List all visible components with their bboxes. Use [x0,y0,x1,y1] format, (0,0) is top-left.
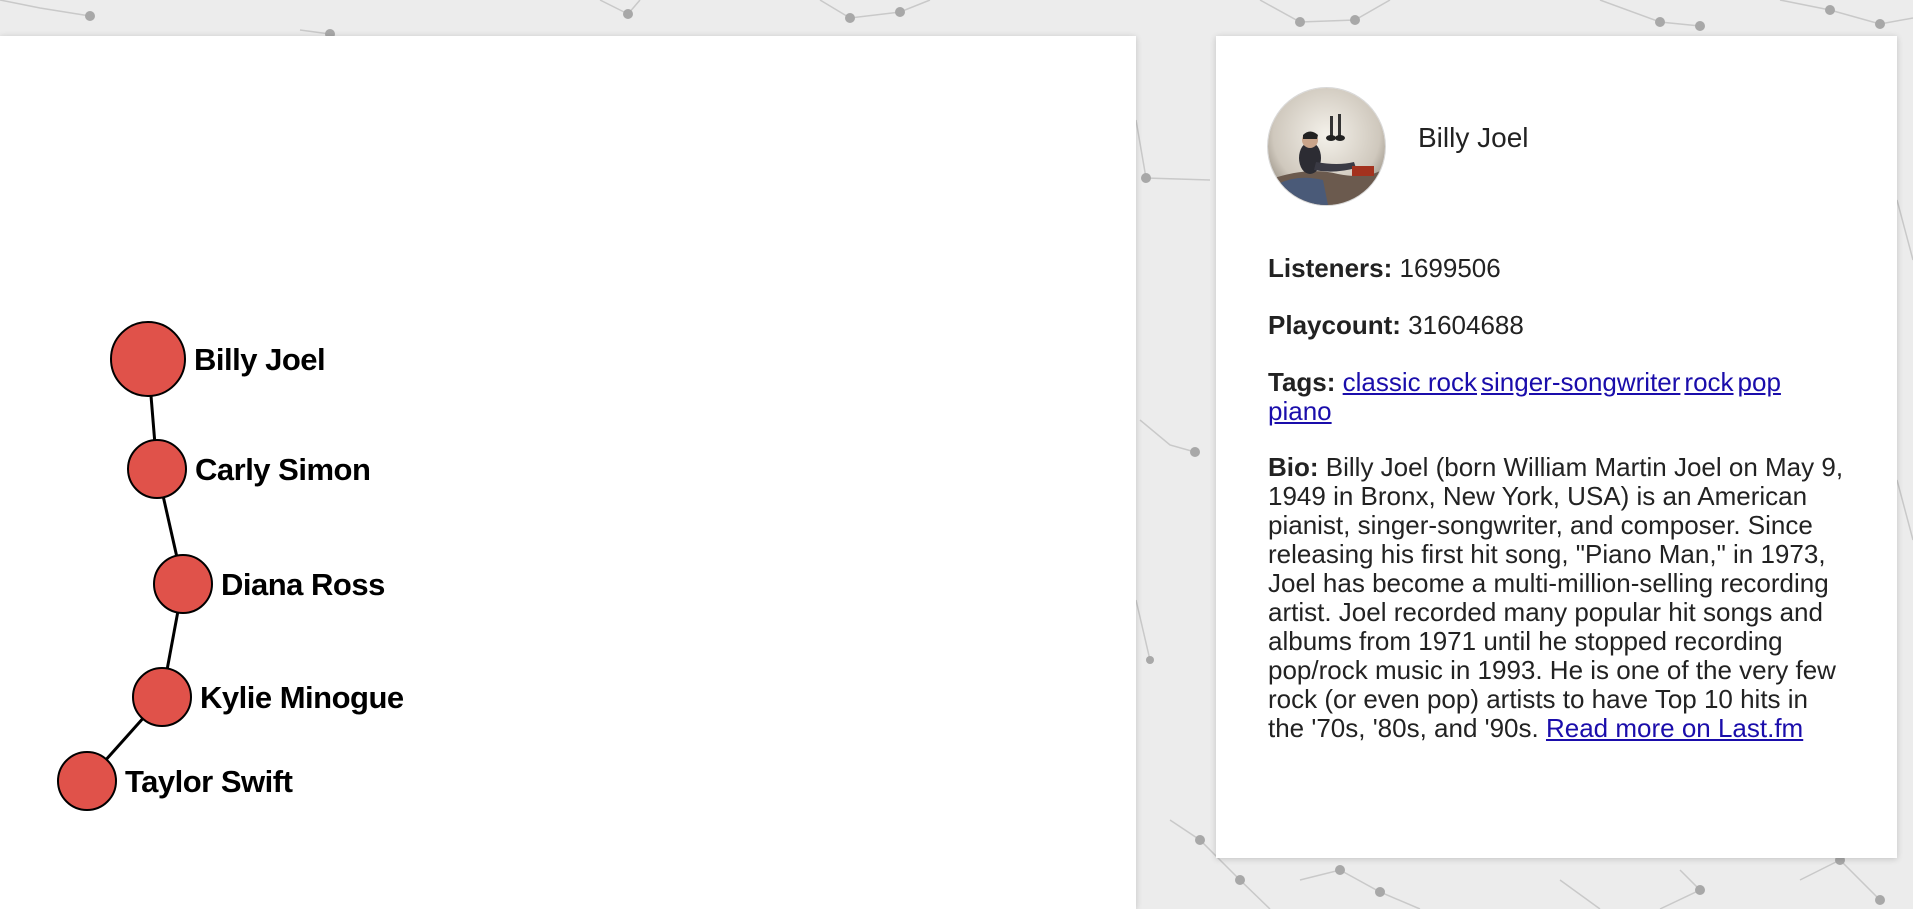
tags-label: Tags: [1268,367,1336,397]
tag-link-classic-rock[interactable]: classic rock [1343,367,1477,397]
listeners-label: Listeners: [1268,253,1393,283]
tags-row: Tags: classic rock singer-songwriter rock p… [1268,368,1845,426]
artist-info-panel: Billy Joel Listeners: 1699506 Playcount:… [1216,36,1897,858]
graph-node-circle[interactable] [127,439,187,499]
graph-node-taylor-swift[interactable]: Taylor Swift [57,751,293,811]
graph-node-label[interactable]: Kylie Minogue [200,680,404,715]
listeners-value: 1699506 [1399,253,1501,283]
graph-node-billy-joel[interactable]: Billy Joel [110,321,326,397]
artist-avatar [1268,88,1385,205]
bio-text: Billy Joel (born William Martin Joel on … [1268,452,1844,743]
artist-photo-icon [1268,88,1385,205]
graph-node-label[interactable]: Billy Joel [194,342,326,377]
tag-link-singer-songwriter[interactable]: singer-songwriter [1481,367,1680,397]
playcount-value: 31604688 [1408,310,1524,340]
bio-row: Bio: Billy Joel (born William Martin Joe… [1268,453,1845,743]
read-more-link[interactable]: Read more on Last.fm [1546,713,1803,743]
graph-node-label[interactable]: Carly Simon [195,452,371,487]
tag-link-piano[interactable]: piano [1268,396,1332,426]
artist-name: Billy Joel [1418,122,1529,153]
graph-panel[interactable]: Billy Joel Carly Simon Diana Ross Kylie Min… [0,36,1136,909]
graph-node-label[interactable]: Taylor Swift [125,764,293,799]
tag-link-rock[interactable]: rock [1684,367,1733,397]
graph-node-circle[interactable] [153,554,213,614]
playcount-row: Playcount: 31604688 [1268,311,1845,340]
listeners-row: Listeners: 1699506 [1268,254,1845,283]
graph-node-circle[interactable] [110,321,186,397]
artist-header: Billy Joel [1268,88,1845,208]
artist-graph[interactable]: Billy Joel Carly Simon Diana Ross Kylie Min… [0,36,1136,909]
graph-node-circle[interactable] [132,667,192,727]
graph-node-label[interactable]: Diana Ross [221,567,385,602]
tag-link-pop[interactable]: pop [1738,367,1781,397]
playcount-label: Playcount: [1268,310,1401,340]
bio-label: Bio: [1268,452,1319,482]
graph-node-kylie-minogue[interactable]: Kylie Minogue [132,667,404,727]
graph-node-carly-simon[interactable]: Carly Simon [127,439,371,499]
graph-node-circle[interactable] [57,751,117,811]
graph-node-diana-ross[interactable]: Diana Ross [153,554,385,614]
